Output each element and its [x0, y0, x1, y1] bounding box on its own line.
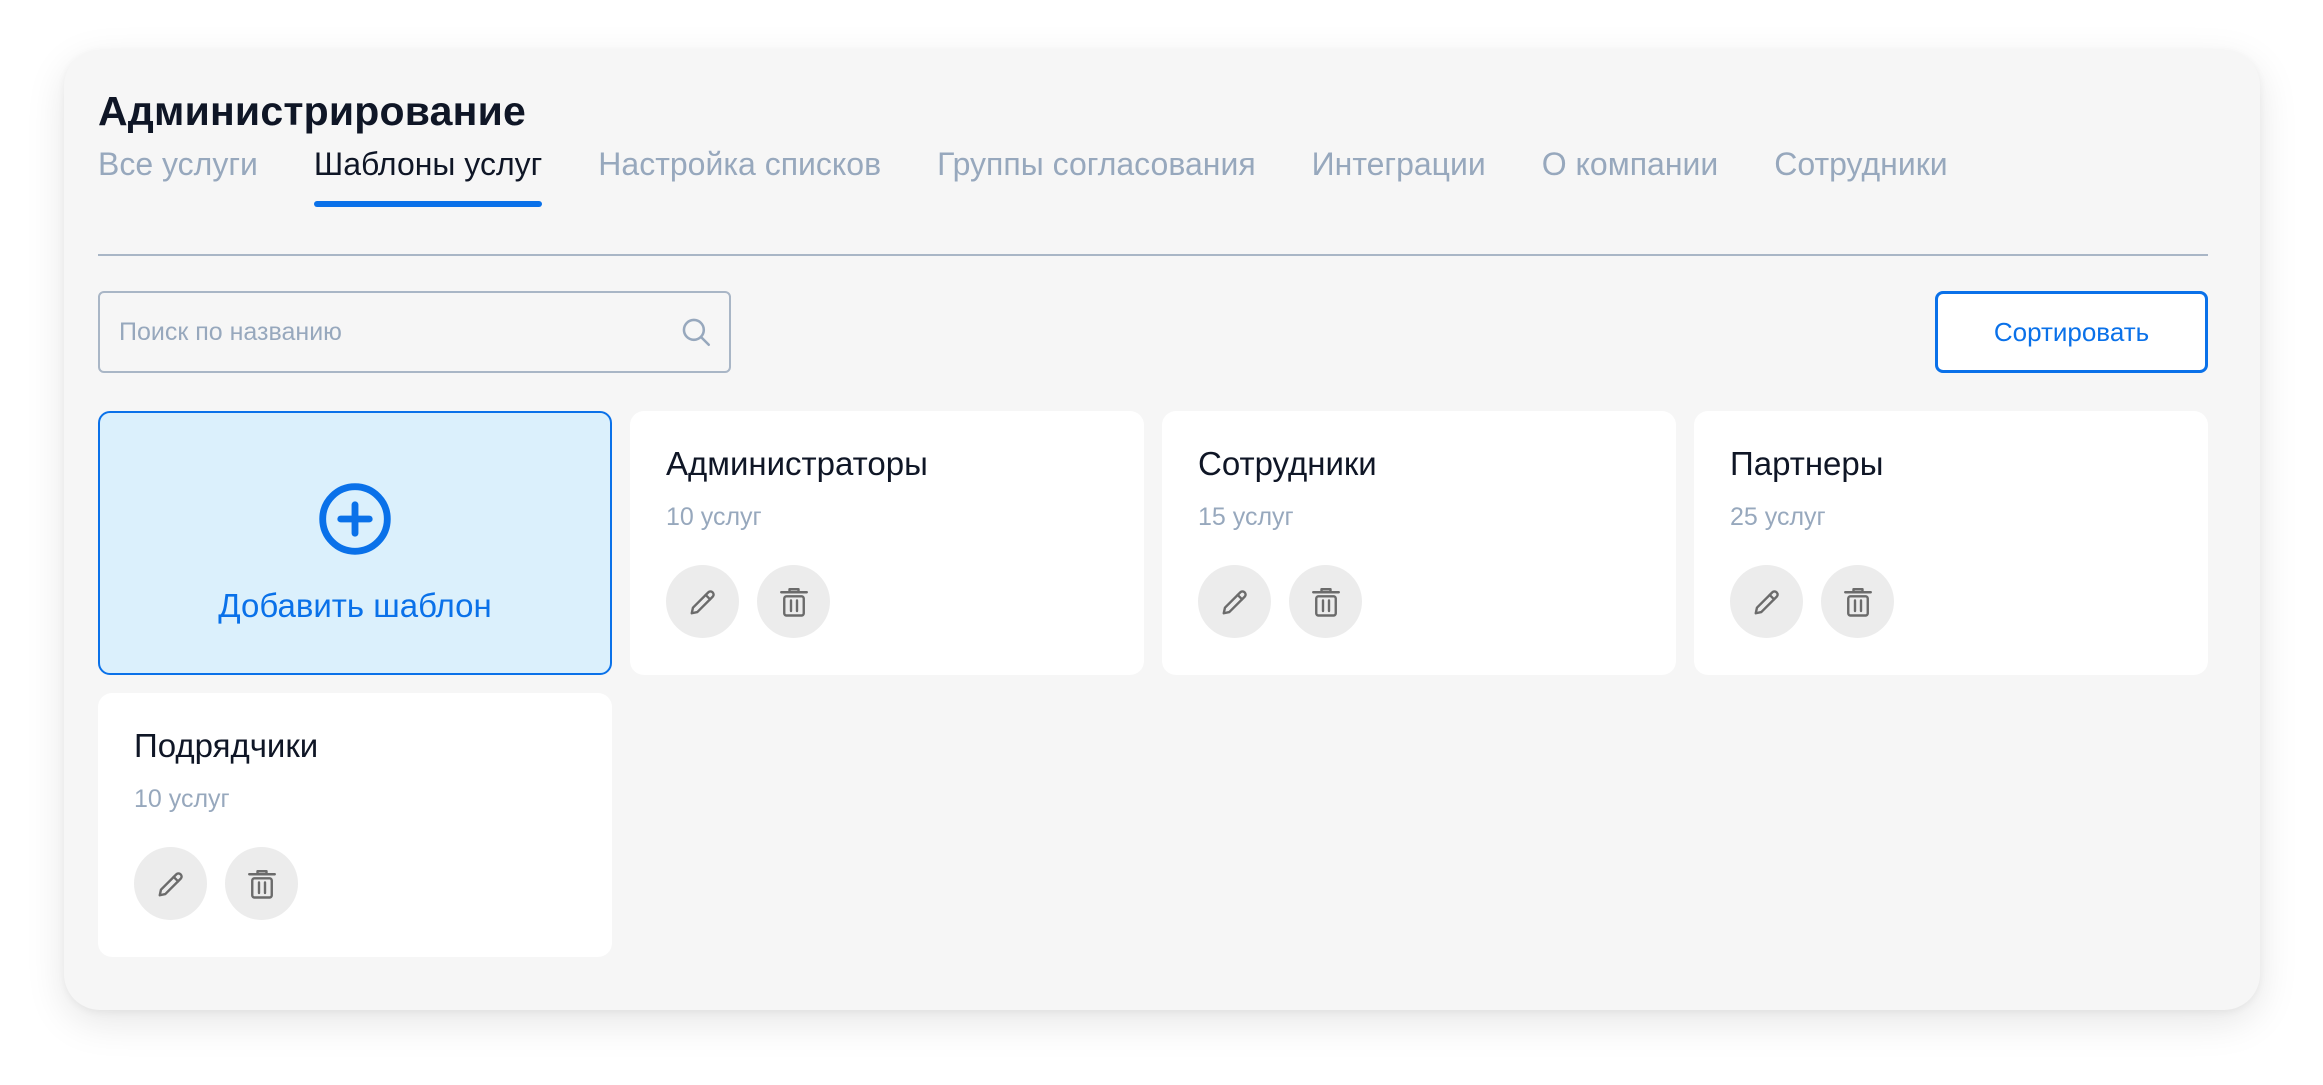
edit-button[interactable]: [1730, 565, 1803, 638]
edit-button[interactable]: [1198, 565, 1271, 638]
card-actions: [1198, 565, 1362, 638]
trash-icon: [247, 869, 276, 899]
card-actions: [666, 565, 830, 638]
delete-button[interactable]: [225, 847, 298, 920]
template-card: Сотрудники 15 услуг: [1162, 411, 1676, 675]
template-count: 10 услуг: [134, 785, 230, 813]
search-box: [98, 291, 731, 373]
template-title: Администраторы: [666, 445, 928, 482]
admin-panel: Администрирование Все услуги Шаблоны усл…: [64, 50, 2260, 1010]
add-template-label: Добавить шаблон: [218, 587, 492, 624]
search-icon[interactable]: [679, 315, 713, 349]
search-input[interactable]: [117, 316, 679, 348]
trash-icon: [779, 587, 808, 617]
card-actions: [1730, 565, 1894, 638]
template-title: Подрядчики: [134, 727, 319, 764]
trash-icon: [1843, 587, 1872, 617]
tab-label: Все услуги: [98, 146, 258, 182]
tab-label: Группы согласования: [937, 146, 1256, 182]
pencil-icon: [1754, 589, 1779, 614]
tab-employees[interactable]: Сотрудники: [1774, 138, 1947, 204]
tab-list-settings[interactable]: Настройка списков: [598, 138, 881, 204]
pencil-icon: [1222, 589, 1247, 614]
template-card: Подрядчики 10 услуг: [98, 693, 612, 957]
trash-icon: [1311, 587, 1340, 617]
tab-label: Сотрудники: [1774, 146, 1948, 182]
template-count: 25 услуг: [1730, 503, 1826, 531]
tab-all-services[interactable]: Все услуги: [98, 138, 258, 204]
tab-approval-groups[interactable]: Группы согласования: [937, 138, 1256, 204]
pencil-icon: [158, 871, 183, 896]
tab-label: Настройка списков: [598, 146, 882, 182]
template-title: Сотрудники: [1198, 445, 1377, 482]
tab-label: Интеграции: [1311, 146, 1486, 182]
template-card: Партнеры 25 услуг: [1694, 411, 2208, 675]
tab-label: Шаблоны услуг: [313, 146, 543, 182]
template-title: Партнеры: [1730, 445, 1884, 482]
card-actions: [134, 847, 298, 920]
edit-button[interactable]: [134, 847, 207, 920]
template-count: 10 услуг: [666, 503, 762, 531]
add-template-card[interactable]: Добавить шаблон: [98, 411, 612, 675]
sort-button[interactable]: Сортировать: [1935, 291, 2208, 373]
template-grid: Добавить шаблон Администраторы 10 услуг: [98, 411, 2208, 957]
delete-button[interactable]: [1289, 565, 1362, 638]
edit-button[interactable]: [666, 565, 739, 638]
tab-about-company[interactable]: О компании: [1542, 138, 1718, 204]
delete-button[interactable]: [1821, 565, 1894, 638]
template-card: Администраторы 10 услуг: [630, 411, 1144, 675]
tab-integrations[interactable]: Интеграции: [1312, 138, 1486, 204]
tab-service-templates[interactable]: Шаблоны услуг: [313, 138, 543, 207]
pencil-icon: [690, 589, 715, 614]
tab-bar: Все услуги Шаблоны услуг Настройка списк…: [98, 148, 2208, 256]
page-title: Администрирование: [98, 88, 526, 134]
template-count: 15 услуг: [1198, 503, 1294, 531]
tab-label: О компании: [1541, 146, 1719, 182]
delete-button[interactable]: [757, 565, 830, 638]
plus-circle-icon: [319, 483, 391, 555]
